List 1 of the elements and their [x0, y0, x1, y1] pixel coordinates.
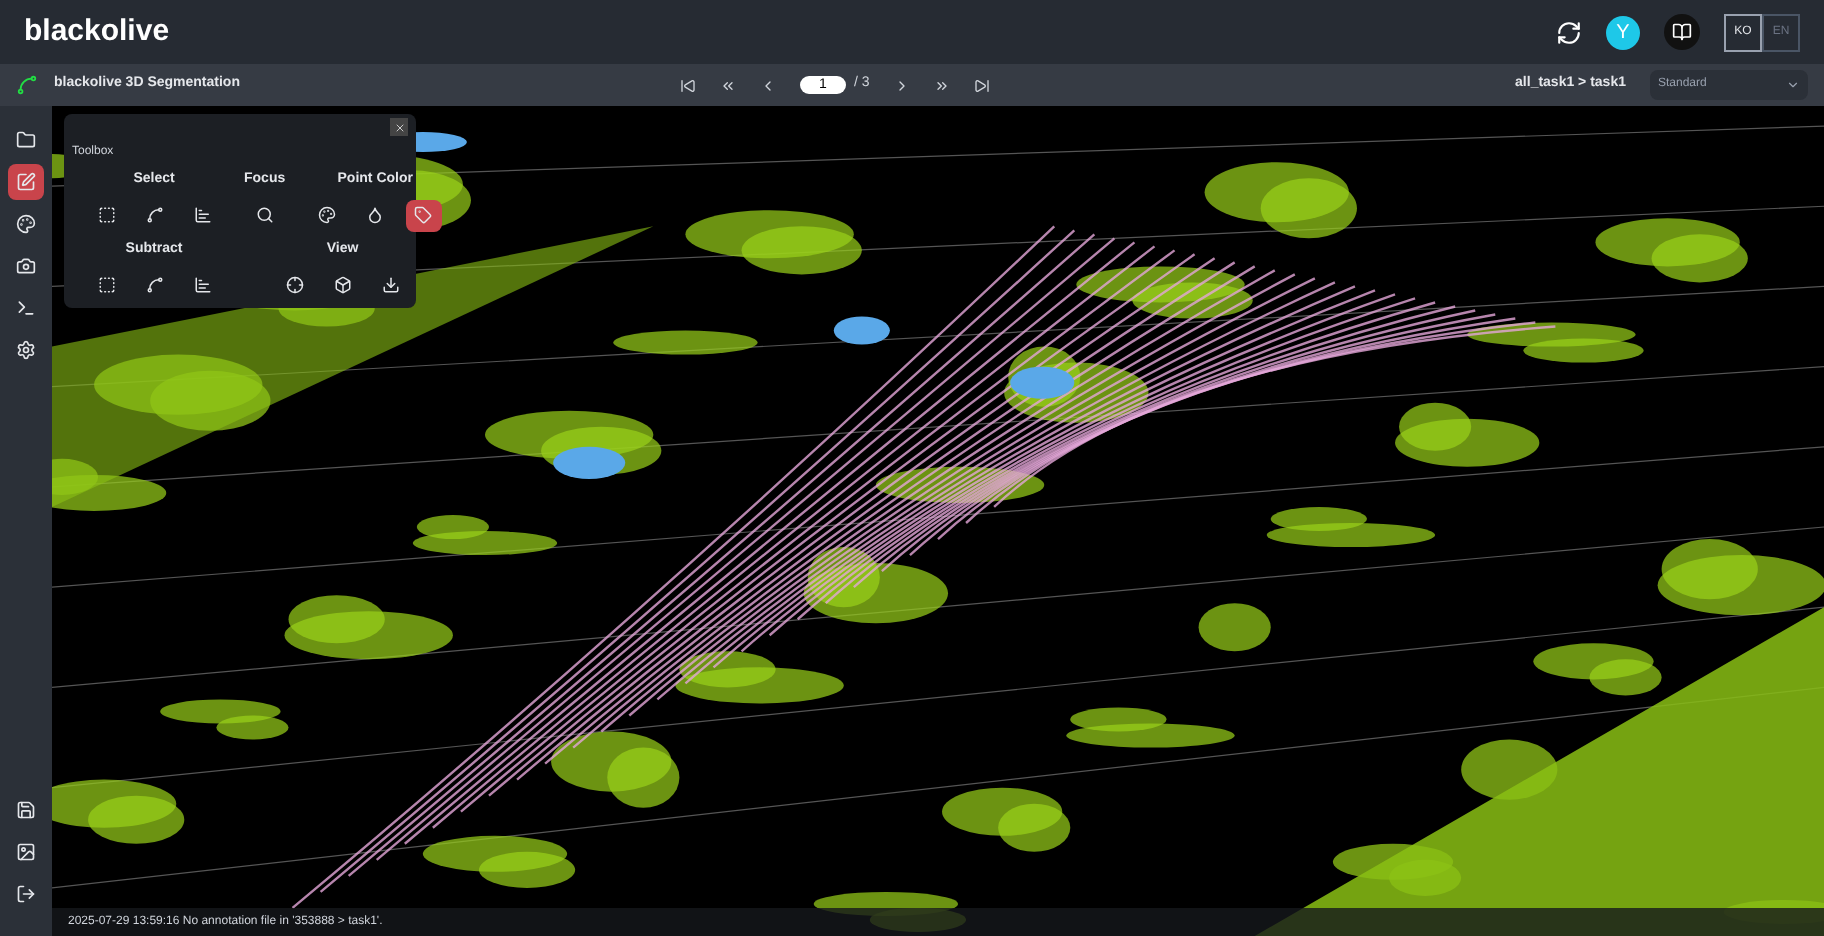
app-logo: blackolive [24, 11, 170, 52]
